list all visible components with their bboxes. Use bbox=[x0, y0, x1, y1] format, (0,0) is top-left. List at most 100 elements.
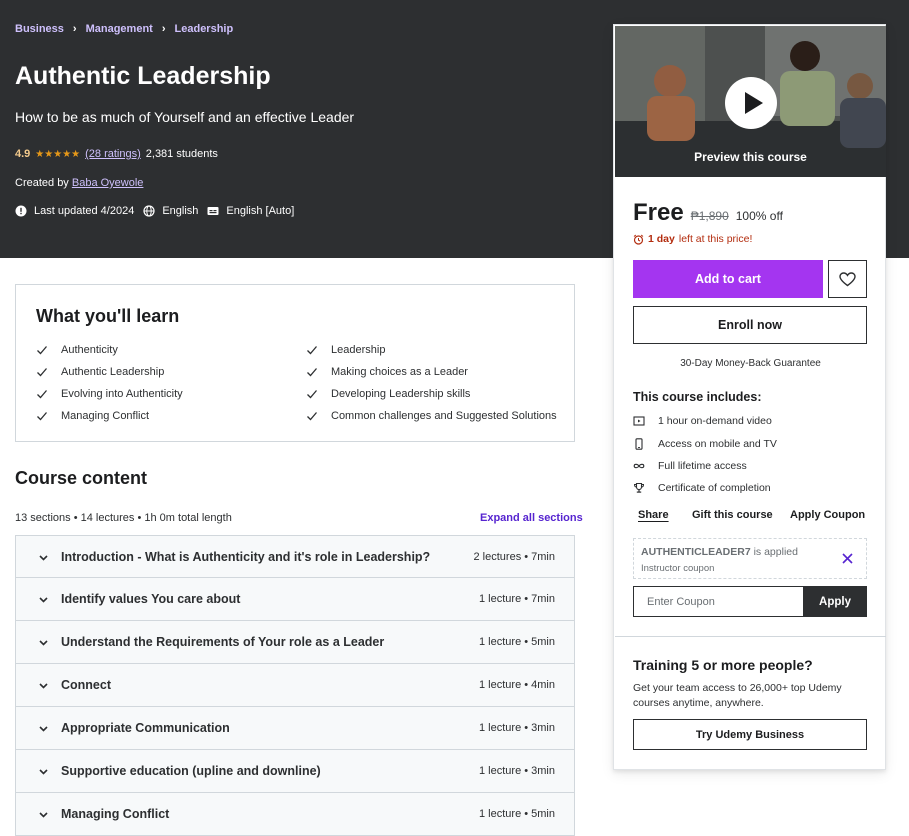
breadcrumb-business[interactable]: Business bbox=[15, 23, 64, 35]
rating-value: 4.9 bbox=[15, 148, 31, 160]
includes-item: 1 hour on-demand video bbox=[633, 415, 772, 427]
rating-row: 4.9 ★★★★★ (28 ratings) 2,381 students bbox=[15, 148, 218, 160]
original-price: ₱1,890 bbox=[690, 209, 729, 223]
curriculum-section[interactable]: Supportive education (upline and downlin… bbox=[15, 750, 575, 793]
created-by-label: Created by bbox=[15, 177, 69, 189]
check-icon bbox=[307, 412, 317, 421]
team-title: Training 5 or more people? bbox=[633, 657, 813, 673]
check-icon bbox=[37, 346, 47, 355]
instructor-link[interactable]: Baba Oyewole bbox=[72, 177, 144, 189]
course-subtitle: How to be as much of Yourself and an eff… bbox=[15, 109, 355, 125]
learn-item-label: Managing Conflict bbox=[61, 410, 150, 422]
check-icon bbox=[307, 390, 317, 399]
course-title: Authentic Leadership bbox=[15, 62, 271, 90]
alarm-clock-icon bbox=[633, 234, 644, 245]
learn-title: What you'll learn bbox=[36, 306, 180, 326]
learn-item-label: Developing Leadership skills bbox=[331, 388, 471, 400]
includes-item: Access on mobile and TV bbox=[633, 438, 777, 450]
chevron-down-icon bbox=[39, 726, 48, 732]
section-info: 1 lecture • 5min bbox=[479, 808, 555, 820]
star-rating-icon: ★★★★★ bbox=[35, 148, 81, 160]
section-title: Introduction - What is Authenticity and … bbox=[61, 549, 431, 564]
learn-item: Developing Leadership skills bbox=[306, 388, 470, 400]
includes-label: Access on mobile and TV bbox=[658, 438, 777, 450]
learn-item-label: Authentic Leadership bbox=[61, 366, 165, 378]
enroll-now-button[interactable]: Enroll now bbox=[633, 306, 867, 344]
section-title: Supportive education (upline and downlin… bbox=[61, 764, 321, 778]
expand-all-sections-button[interactable]: Expand all sections bbox=[480, 512, 583, 524]
team-text: Get your team access to 26,000+ top Udem… bbox=[633, 682, 842, 709]
play-button[interactable] bbox=[725, 77, 777, 129]
price-timer: 1 day left at this price! bbox=[633, 233, 752, 245]
timer-bold: 1 day bbox=[648, 233, 675, 245]
applied-coupon-box: AUTHENTICLEADER7 is applied Instructor c… bbox=[633, 538, 867, 579]
course-language: English bbox=[162, 205, 199, 217]
last-updated: Last updated 4/2024 bbox=[34, 205, 135, 217]
includes-item: Certificate of completion bbox=[633, 482, 771, 494]
chevron-down-icon bbox=[39, 555, 48, 561]
created-by: Created by Baba Oyewole bbox=[15, 177, 143, 189]
check-icon bbox=[37, 390, 47, 399]
remove-coupon-icon[interactable] bbox=[841, 552, 854, 565]
alert-badge-icon bbox=[15, 205, 27, 217]
learn-item-label: Leadership bbox=[331, 344, 386, 356]
curriculum-section[interactable]: Managing Conflict 1 lecture • 5min bbox=[15, 793, 575, 836]
money-back-guarantee: 30-Day Money-Back Guarantee bbox=[680, 358, 821, 369]
infinity-icon bbox=[633, 463, 645, 469]
try-udemy-business-button[interactable]: Try Udemy Business bbox=[633, 719, 867, 750]
preview-label: Preview this course bbox=[694, 150, 807, 164]
section-title: Connect bbox=[61, 678, 111, 692]
includes-label: 1 hour on-demand video bbox=[658, 415, 772, 427]
learn-item: Authenticity bbox=[36, 344, 118, 356]
chevron-right-icon: › bbox=[161, 23, 166, 35]
chevron-down-icon bbox=[39, 683, 48, 689]
chevron-down-icon bbox=[39, 640, 48, 646]
current-price: Free bbox=[633, 199, 684, 226]
learn-item-label: Common challenges and Suggested Solution… bbox=[331, 410, 557, 422]
card-divider bbox=[615, 636, 886, 637]
apply-coupon-button[interactable]: Apply Coupon bbox=[790, 509, 865, 521]
closed-captions-icon bbox=[207, 207, 219, 215]
curriculum-section[interactable]: Connect 1 lecture • 4min bbox=[15, 664, 575, 707]
share-button[interactable]: Share bbox=[638, 509, 692, 521]
course-preview[interactable]: Preview this course bbox=[615, 26, 886, 177]
coupon-type: Instructor coupon bbox=[641, 563, 715, 574]
learn-item: Common challenges and Suggested Solution… bbox=[306, 410, 557, 422]
course-content-title: Course content bbox=[15, 468, 148, 488]
check-icon bbox=[37, 412, 47, 421]
what-youll-learn-box: What you'll learn Authenticity Authentic… bbox=[15, 284, 575, 442]
coupon-input[interactable]: Enter Coupon bbox=[633, 586, 804, 617]
globe-icon bbox=[143, 205, 155, 217]
includes-item: Full lifetime access bbox=[633, 460, 747, 472]
wishlist-button[interactable] bbox=[828, 260, 867, 298]
section-info: 1 lecture • 7min bbox=[479, 593, 555, 605]
coupon-apply-button[interactable]: Apply bbox=[803, 586, 867, 617]
section-info: 2 lectures • 7min bbox=[473, 550, 556, 563]
learn-item-label: Evolving into Authenticity bbox=[61, 388, 183, 400]
trophy-icon bbox=[633, 482, 645, 493]
coupon-code-line: AUTHENTICLEADER7 is applied bbox=[641, 546, 798, 558]
breadcrumb: Business › Management › Leadership bbox=[15, 23, 233, 35]
add-to-cart-button[interactable]: Add to cart bbox=[633, 260, 823, 298]
chevron-down-icon bbox=[39, 597, 48, 603]
curriculum-section[interactable]: Understand the Requirements of Your role… bbox=[15, 621, 575, 664]
discount-percent: 100% off bbox=[735, 209, 783, 223]
check-icon bbox=[307, 368, 317, 377]
video-icon bbox=[633, 416, 645, 426]
breadcrumb-management[interactable]: Management bbox=[86, 23, 153, 35]
learn-item: Making choices as a Leader bbox=[306, 366, 468, 378]
gift-course-button[interactable]: Gift this course bbox=[692, 509, 790, 521]
section-info: 1 lecture • 5min bbox=[479, 636, 555, 648]
breadcrumb-leadership[interactable]: Leadership bbox=[175, 23, 234, 35]
section-title: Appropriate Communication bbox=[61, 721, 230, 735]
curriculum-sections: Introduction - What is Authenticity and … bbox=[15, 535, 575, 836]
purchase-card: Preview this course Free ₱1,890 100% off… bbox=[613, 24, 886, 770]
students-count: 2,381 students bbox=[145, 148, 218, 160]
section-title: Identify values You care about bbox=[61, 592, 241, 606]
course-content-meta: 13 sections • 14 lectures • 1h 0m total … bbox=[15, 512, 232, 524]
ratings-count-link[interactable]: (28 ratings) bbox=[85, 148, 141, 160]
curriculum-section[interactable]: Appropriate Communication 1 lecture • 3m… bbox=[15, 707, 575, 750]
mobile-icon bbox=[635, 438, 643, 450]
curriculum-section[interactable]: Identify values You care about 1 lecture… bbox=[15, 578, 575, 621]
curriculum-section[interactable]: Introduction - What is Authenticity and … bbox=[15, 535, 575, 578]
